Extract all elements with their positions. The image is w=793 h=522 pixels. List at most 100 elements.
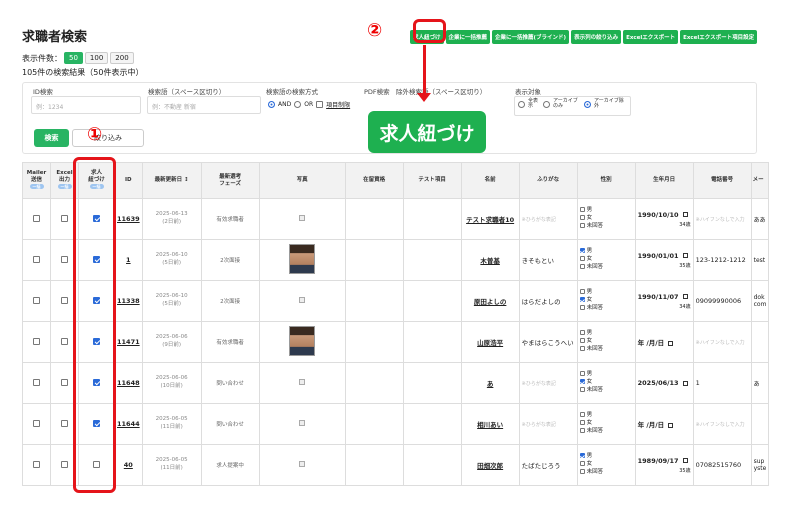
target-archive-excluded-radio[interactable] [584,100,591,108]
mail-text[interactable]: dok com [754,294,767,308]
col-id[interactable]: ID [114,162,143,199]
and-radio[interactable] [268,101,275,108]
phone-text[interactable]: 123-1212-1212 [696,256,749,264]
gender-checkbox[interactable] [579,427,585,433]
test-item-cell[interactable] [402,444,462,486]
candidate-name-link[interactable]: 山原浩平 [477,339,503,347]
id-search-input[interactable]: 例：1234 [31,96,141,114]
excel-checkbox[interactable] [61,419,68,427]
birthday-empty[interactable]: 年 /月/日 [638,421,665,429]
mailer-checkbox[interactable] [33,296,40,304]
mail-text[interactable]: sup yste [754,458,767,472]
birthday-value[interactable]: 1990/11/07 [638,293,679,301]
furigana-placeholder[interactable]: ※ひらがな表記 [522,216,575,223]
gender-checkbox[interactable] [579,330,585,336]
candidate-name-link[interactable]: 木曽基 [480,257,500,265]
calendar-icon[interactable] [668,422,674,428]
residence-cell[interactable] [344,280,404,322]
candidate-name-link[interactable]: あ [487,380,494,388]
gender-checkbox[interactable] [579,379,585,385]
phone-placeholder[interactable]: ※ハイフンなしで入力 [696,216,749,223]
furigana-text[interactable]: きそもとい [522,255,575,265]
birthday-empty[interactable]: 年 /月/日 [638,339,665,347]
mail-text[interactable]: あ [754,381,760,388]
excel-export-settings-button[interactable]: Excelエクスポート項目設定 [680,30,758,44]
gender-checkbox[interactable] [579,412,585,418]
excel-checkbox[interactable] [61,255,68,263]
mailer-checkbox[interactable] [33,255,40,263]
item-limit-label[interactable]: 項目制限 [326,100,350,109]
gender-checkbox[interactable] [579,289,585,295]
gender-checkbox[interactable] [579,297,585,303]
candidate-id-link[interactable]: 11639 [117,215,140,223]
phone-text[interactable]: 07082515760 [696,461,749,469]
candidate-name-link[interactable]: 相川あい [477,421,503,429]
mailer-checkbox[interactable] [33,419,40,427]
phone-placeholder[interactable]: ※ハイフンなしで入力 [696,421,749,428]
mailer-checkbox[interactable] [33,337,40,345]
col-updated[interactable]: 最新更新日 ↕ [141,162,202,199]
candidate-id-link[interactable]: 11471 [117,338,140,346]
search-button[interactable]: 検索 [34,129,69,147]
test-item-cell[interactable] [402,403,462,445]
target-archive-only-radio[interactable] [543,100,550,108]
calendar-icon[interactable] [682,294,688,299]
furigana-text[interactable]: たばたじろう [522,460,575,470]
mailer-checkbox[interactable] [33,460,40,468]
page-size-200[interactable]: 200 [110,52,134,64]
gender-checkbox[interactable] [579,345,585,351]
birthday-value[interactable]: 2025/06/13 [638,379,679,387]
test-item-cell[interactable] [402,239,462,281]
mail-text[interactable]: test [754,257,766,264]
mailer-checkbox[interactable] [33,378,40,386]
excel-bulk-tag[interactable]: 一括 [57,184,72,190]
residence-cell[interactable] [344,321,404,363]
item-limit-checkbox[interactable] [316,101,324,108]
candidate-id-link[interactable]: 11648 [117,379,140,387]
gender-checkbox[interactable] [579,222,585,228]
phone-text[interactable]: 1 [696,379,749,387]
candidate-id-link[interactable]: 40 [124,461,133,469]
gender-checkbox[interactable] [579,338,585,344]
residence-cell[interactable] [344,239,404,281]
residence-cell[interactable] [344,362,404,404]
phone-text[interactable]: 09099990006 [696,297,749,305]
calendar-icon[interactable] [668,340,674,346]
gender-checkbox[interactable] [579,420,585,426]
furigana-text[interactable]: やまはらこうへい [522,337,575,347]
candidate-id-link[interactable]: 11338 [117,297,140,305]
bulk-recommend-blind-button[interactable]: 企業に一括推薦(ブラインド) [492,30,570,44]
furigana-placeholder[interactable]: ※ひらがな表記 [522,421,575,428]
residence-cell[interactable] [344,444,404,486]
target-all-radio[interactable] [518,100,525,108]
bulk-recommend-button[interactable]: 企業に一括推薦 [445,30,491,44]
birthday-value[interactable]: 1989/09/17 [638,457,679,465]
column-filter-button[interactable]: 表示列の絞り込み [571,30,622,44]
gender-checkbox[interactable] [579,386,585,392]
mailer-checkbox[interactable] [33,214,40,222]
gender-checkbox[interactable] [579,304,585,310]
test-item-cell[interactable] [402,198,462,240]
excel-export-button[interactable]: Excelエクスポート [623,30,679,44]
gender-checkbox[interactable] [579,207,585,213]
page-size-50[interactable]: 50 [64,52,83,64]
page-size-100[interactable]: 100 [84,52,109,64]
calendar-icon[interactable] [682,253,688,258]
furigana-placeholder[interactable]: ※ひらがな表記 [522,380,575,387]
excel-checkbox[interactable] [61,296,68,304]
test-item-cell[interactable] [402,362,462,404]
gender-checkbox[interactable] [579,263,585,269]
gender-checkbox[interactable] [579,453,585,459]
gender-checkbox[interactable] [579,371,585,377]
candidate-name-link[interactable]: 原田よしの [474,298,507,306]
calendar-icon[interactable] [682,212,688,217]
candidate-name-link[interactable]: 田畑次郎 [477,462,503,470]
residence-cell[interactable] [344,198,404,240]
gender-checkbox[interactable] [579,468,585,474]
gender-checkbox[interactable] [579,256,585,262]
birthday-value[interactable]: 1990/10/10 [638,211,679,219]
candidate-id-link[interactable]: 1 [126,256,131,264]
birthday-value[interactable]: 1990/01/01 [638,252,679,260]
excel-checkbox[interactable] [61,460,68,468]
excel-checkbox[interactable] [61,214,68,222]
